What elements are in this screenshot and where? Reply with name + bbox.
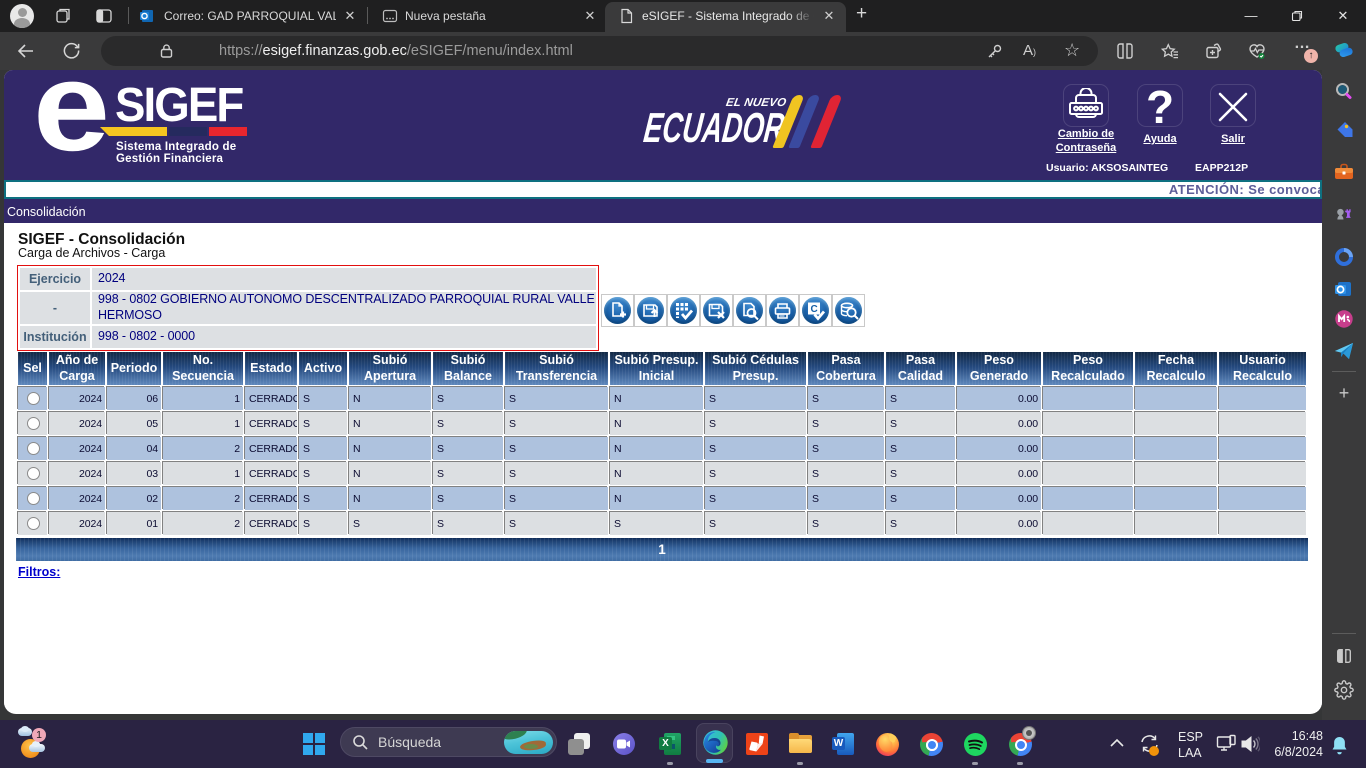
svg-text:C: C — [811, 304, 818, 315]
